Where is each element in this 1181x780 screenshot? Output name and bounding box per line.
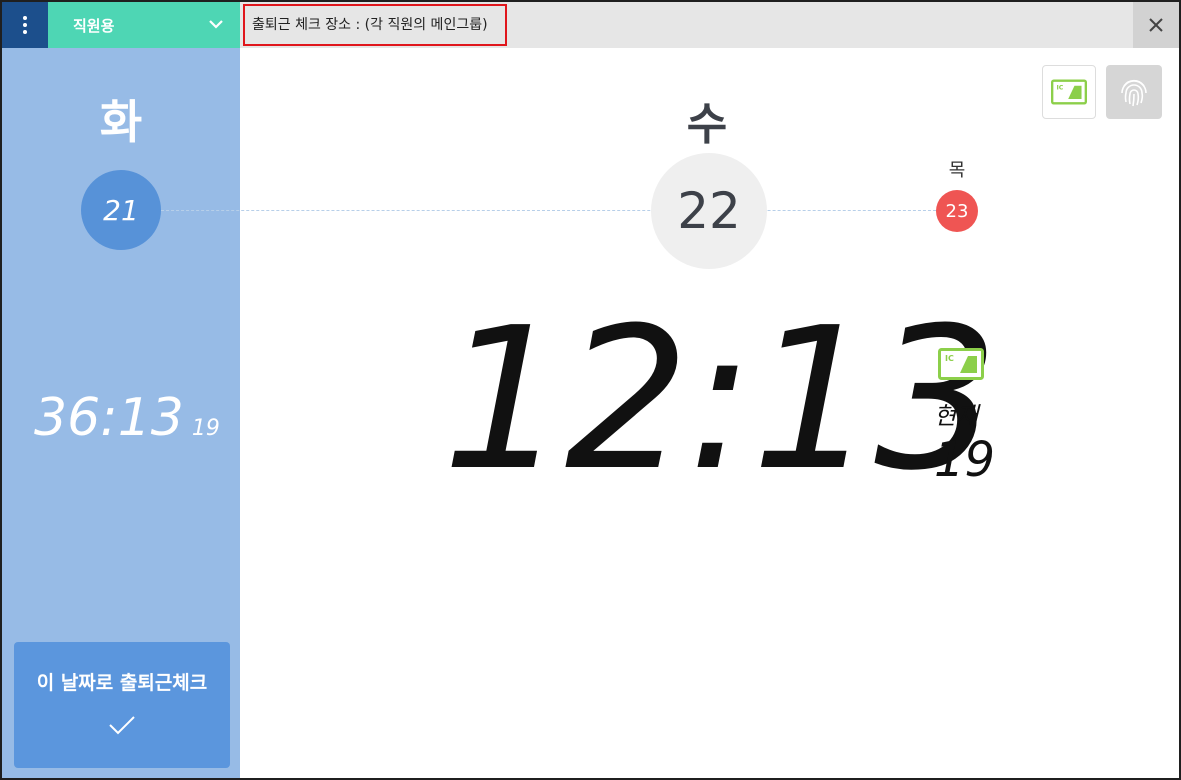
- kebab-menu-icon: [23, 16, 27, 34]
- next-date-circle[interactable]: 23: [936, 190, 978, 232]
- checkin-this-date-button[interactable]: 이 날짜로 출퇴근체크: [14, 642, 230, 768]
- role-label: 직원용: [73, 17, 115, 35]
- svg-text:IC: IC: [945, 354, 954, 363]
- now-label: 현재: [934, 402, 979, 430]
- current-seconds: 19: [934, 432, 996, 488]
- ic-card-icon: IC: [938, 348, 984, 380]
- menu-button[interactable]: [2, 2, 48, 48]
- fingerprint-button[interactable]: [1106, 65, 1162, 119]
- attendance-window: 직원용 출퇴근 체크 장소 : (각 직원의 메인그룹) 화 21 36:13 1…: [0, 0, 1181, 780]
- ic-card-icon: IC: [1051, 79, 1087, 105]
- current-date-circle: 22: [651, 153, 767, 269]
- elapsed-time-seconds: 19: [191, 416, 220, 441]
- next-weekday: 목: [948, 160, 966, 181]
- elapsed-time: 36:13 19: [34, 388, 220, 448]
- elapsed-time-main: 36:13: [34, 388, 184, 448]
- role-dropdown[interactable]: 직원용: [48, 2, 240, 48]
- timeline-line: [161, 210, 941, 211]
- ic-card-button[interactable]: IC: [1042, 65, 1096, 119]
- current-weekday: 수: [686, 99, 728, 150]
- close-icon: [1149, 18, 1163, 32]
- checkin-button-label: 이 날짜로 출퇴근체크: [36, 672, 208, 694]
- svg-text:IC: IC: [1056, 85, 1063, 92]
- current-time: 12:13: [442, 286, 999, 514]
- checkin-location-text: 출퇴근 체크 장소 : (각 직원의 메인그룹): [243, 4, 507, 46]
- close-button[interactable]: [1133, 2, 1179, 48]
- fingerprint-icon: [1121, 79, 1147, 107]
- top-bar: 직원용 출퇴근 체크 장소 : (각 직원의 메인그룹): [2, 2, 1179, 48]
- prev-date-circle[interactable]: 21: [81, 170, 161, 250]
- previous-day-panel: 화 21 36:13 19 이 날짜로 출퇴근체크: [2, 48, 240, 778]
- checkmark-icon: [109, 716, 135, 735]
- chevron-down-icon: [209, 20, 223, 29]
- prev-weekday: 화: [99, 95, 143, 149]
